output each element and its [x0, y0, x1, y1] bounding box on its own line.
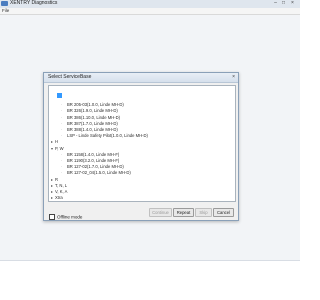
tree-node[interactable]: ▸ Xtra	[51, 186, 63, 200]
dialog-close-icon[interactable]: ×	[232, 74, 235, 81]
tree-node[interactable]: ▾ P, W	[51, 137, 64, 151]
tree-leaf-item[interactable]: · BR 1190(3.2.0, Linde MH-F)	[61, 149, 119, 163]
dialog-title: Select ServiceBase	[48, 74, 92, 80]
app-title: XENTRY Diagnostics	[10, 0, 58, 6]
repeat-button[interactable]: Repeat	[173, 208, 194, 217]
menu-bar: File	[0, 8, 300, 15]
tree-node[interactable]: ▸ V, K, A	[51, 180, 67, 194]
select-servicebase-dialog: Select ServiceBase × · BR 205-03(1.0.0, L…	[43, 72, 239, 221]
offline-mode-checkbox[interactable]	[49, 213, 55, 220]
cancel-button[interactable]: Cancel	[213, 208, 234, 217]
offline-mode-option[interactable]: Offline mode	[49, 208, 82, 220]
skip-button[interactable]: Skip	[195, 208, 212, 217]
tree-leaf-item[interactable]: · BR 127-02(1.7.0, Linde MH-D)	[61, 155, 124, 169]
offline-mode-label: Offline mode	[57, 214, 83, 220]
close-window-icon[interactable]: ×	[289, 1, 296, 6]
tree-leaf-item[interactable]: · BR 1158(1.4.0, Linde MH-F)	[61, 143, 119, 157]
menu-file[interactable]: File	[2, 8, 9, 14]
app-logo-icon	[1, 1, 8, 6]
tree-leaf-item[interactable]: · BR 388(1.4.0, Linde MH-D)	[61, 118, 118, 132]
servicebase-tree[interactable]: · BR 205-03(1.0.0, Linde MH-D) · BR 326(1.9…	[48, 85, 236, 202]
tree-leaf-item[interactable]: · BR 387(1.7.0, Linde MH-D)	[61, 112, 118, 126]
tree-item-label: LSP - Linde Safety Pilot(1.0.0, Linde MH…	[67, 133, 148, 139]
tree-item-label: Xtra	[55, 195, 63, 201]
minimize-icon[interactable]: –	[272, 1, 279, 6]
continue-button[interactable]: Continue	[149, 208, 172, 217]
tree-node[interactable]: ▸ R	[51, 168, 58, 182]
tree-leaf-item[interactable]: · LSP - Linde Safety Pilot(1.0.0, Linde M…	[61, 124, 148, 138]
tree-leaf-item[interactable]: · BR 326(1.9.0, Linde MH-D)	[61, 99, 118, 113]
tree-node[interactable]: ▸ H	[51, 130, 58, 144]
maximize-icon[interactable]: □	[280, 1, 287, 6]
tree-item-label: BR 127-02_04(1.5.0, Linde MH-D)	[67, 170, 131, 176]
dialog-titlebar: Select ServiceBase ×	[44, 73, 238, 83]
tree-node[interactable]	[56, 87, 62, 99]
application-window: XENTRY Diagnostics – □ × File Select Ser…	[0, 0, 300, 261]
tree-leaf-item[interactable]: · BR 205-03(1.0.0, Linde MH-D)	[61, 93, 124, 107]
tree-node[interactable]: ▸ T, N, L	[51, 174, 67, 188]
app-titlebar: XENTRY Diagnostics – □ ×	[0, 0, 300, 8]
tree-leaf-item[interactable]: · BR 127-02_04(1.5.0, Linde MH-D)	[61, 161, 131, 175]
tree-leaf-item[interactable]: · BR 386(1.10.0, Linde MH-D)	[61, 106, 120, 120]
